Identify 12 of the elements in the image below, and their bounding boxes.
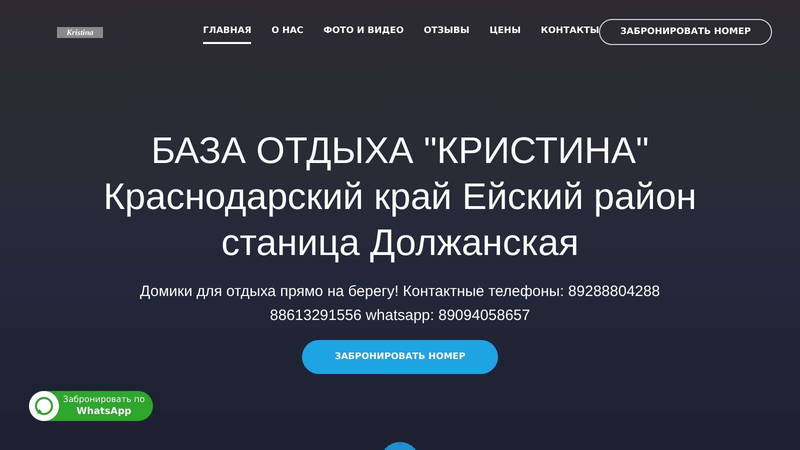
nav-link[interactable]: ФОТО И ВИДЕО xyxy=(323,20,404,44)
nav-link[interactable]: О НАС xyxy=(271,20,304,44)
hero-subtitle: Домики для отдыха прямо на берегу! Контактные телефоны: 89288804288 88613291556 whatsapp: 89094058657 xyxy=(140,282,660,326)
nav-link[interactable]: ГЛАВНАЯ xyxy=(203,20,252,44)
nav-link[interactable]: ОТЗЫВЫ xyxy=(424,20,470,44)
hero-title-line: БАЗА ОТДЫХА "КРИСТИНА" xyxy=(151,129,649,173)
hero-title-line: станица Должанская xyxy=(221,221,579,265)
book-room-button[interactable]: ЗАБРОНИРОВАТЬ НОМЕР xyxy=(599,19,772,45)
hero-title-line: Краснодарский край Ейский район xyxy=(103,175,697,219)
nav-link[interactable]: КОНТАКТЫ xyxy=(540,20,600,44)
nav-link[interactable]: ЦЕНЫ xyxy=(489,20,521,44)
chat-bubble-icon xyxy=(29,391,59,421)
